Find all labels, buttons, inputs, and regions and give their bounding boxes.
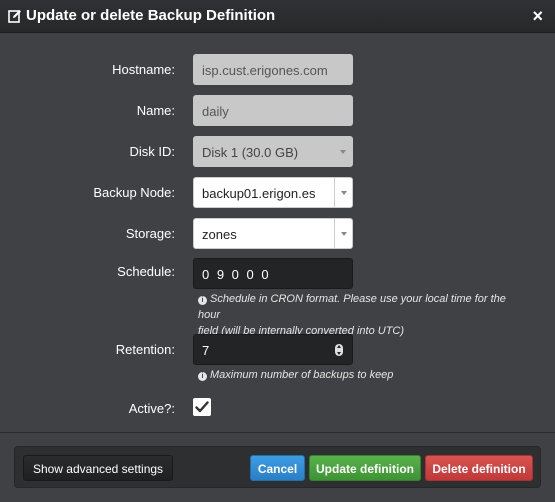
edit-icon (8, 10, 21, 23)
name-field: daily (193, 95, 353, 126)
retention-help: i Maximum number of backups to keep (198, 367, 528, 383)
chevron-down-icon[interactable] (334, 178, 352, 207)
active-checkbox[interactable] (193, 398, 211, 416)
retention-input[interactable]: 7 (193, 334, 353, 365)
backup-node-label: Backup Node: (93, 185, 175, 200)
close-icon[interactable]: × (532, 7, 543, 25)
chevron-down-icon (334, 137, 352, 166)
update-definition-button[interactable]: Update definition (309, 455, 421, 481)
backup-node-select[interactable]: backup01.erigon.es (193, 177, 353, 208)
chevron-down-icon[interactable] (334, 219, 352, 248)
schedule-help: i Schedule in CRON format. Please use you… (198, 291, 528, 339)
schedule-help-line1: Schedule in CRON format. Please use your… (198, 293, 506, 321)
info-icon: i (198, 296, 207, 305)
storage-select[interactable]: zones (193, 218, 353, 249)
storage-label: Storage: (125, 226, 175, 241)
storage-value: zones (202, 227, 237, 242)
retention-value: 7 (202, 343, 210, 358)
number-spinner-icon[interactable] (335, 344, 343, 356)
schedule-label: Schedule: (117, 264, 175, 279)
active-label: Active?: (128, 401, 175, 416)
hostname-field: isp.cust.erigones.com (193, 54, 353, 85)
schedule-input[interactable]: 0 9 0 0 0 (193, 258, 353, 289)
retention-label: Retention: (115, 342, 175, 357)
modal-footer: Show advanced settings Cancel Update def… (14, 446, 541, 488)
footer-divider (0, 432, 555, 433)
retention-help-text: Maximum number of backups to keep (210, 369, 394, 381)
info-icon: i (198, 372, 207, 381)
cancel-button[interactable]: Cancel (250, 455, 305, 481)
show-advanced-settings-button[interactable]: Show advanced settings (23, 455, 173, 481)
modal-title: Update or delete Backup Definition (26, 7, 276, 24)
modal-header: Update or delete Backup Definition × (0, 0, 555, 33)
disk-id-label: Disk ID: (129, 144, 176, 159)
checkmark-icon (195, 401, 209, 413)
disk-id-value: Disk 1 (30.0 GB) (202, 145, 299, 160)
disk-id-select: Disk 1 (30.0 GB) (193, 136, 353, 167)
name-label: Name: (136, 103, 175, 118)
delete-definition-button[interactable]: Delete definition (425, 455, 533, 481)
hostname-label: Hostname: (112, 62, 175, 77)
backup-node-value: backup01.erigon.es (202, 186, 316, 201)
backup-definition-modal: Update or delete Backup Definition × Hos… (0, 0, 555, 502)
